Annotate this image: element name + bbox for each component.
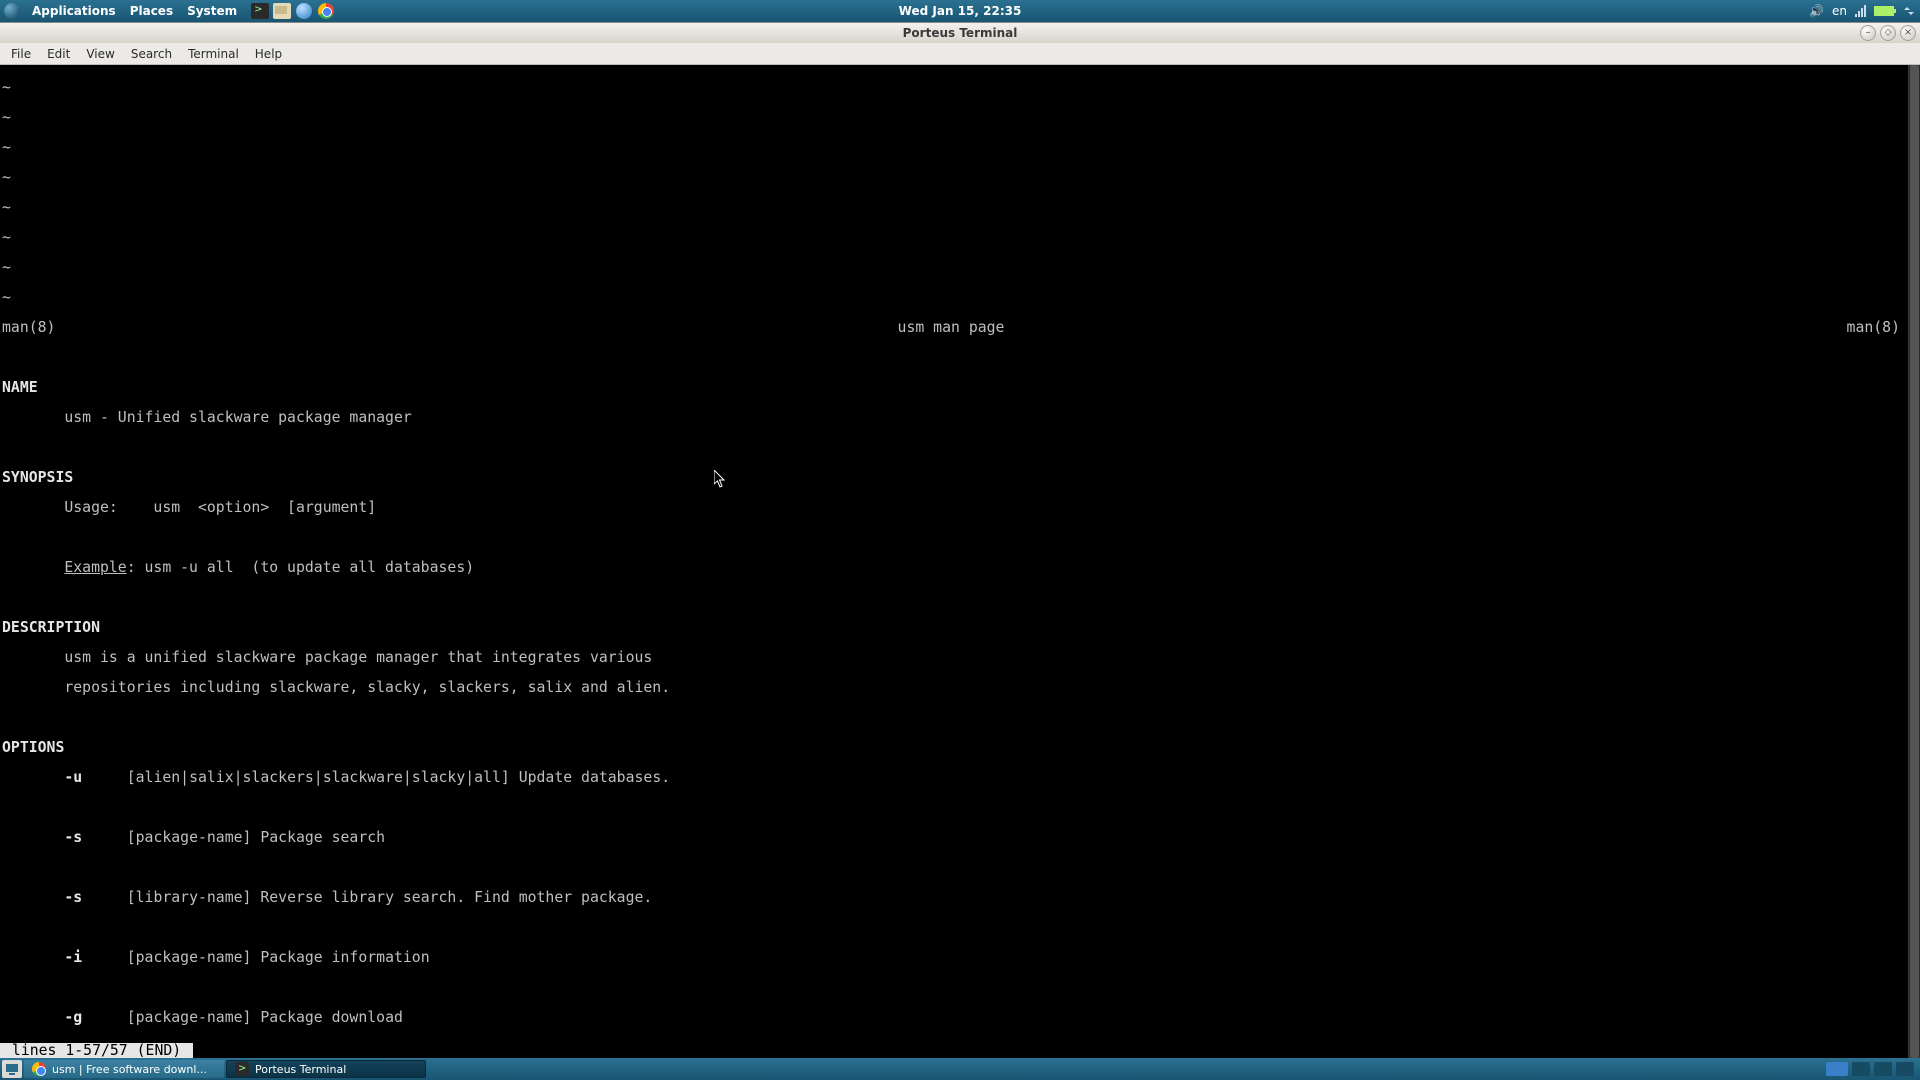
system-menu[interactable]: System bbox=[181, 2, 243, 20]
section-name: NAME bbox=[2, 379, 38, 396]
menu-file[interactable]: File bbox=[4, 45, 38, 63]
menu-view[interactable]: View bbox=[79, 45, 121, 63]
distro-logo-icon[interactable] bbox=[4, 3, 20, 19]
chrome-launcher-icon[interactable] bbox=[318, 3, 334, 19]
section-synopsis: SYNOPSIS bbox=[2, 469, 73, 486]
menu-terminal[interactable]: Terminal bbox=[181, 45, 246, 63]
network-signal-icon[interactable] bbox=[1855, 5, 1866, 17]
workspace-4[interactable] bbox=[1896, 1062, 1914, 1076]
terminal-icon bbox=[235, 1062, 249, 1076]
volume-icon[interactable]: 🔊 bbox=[1809, 4, 1824, 18]
window-minimize-button[interactable]: – bbox=[1860, 25, 1876, 41]
man-header: man(8)usm man pageman(8) bbox=[2, 320, 1918, 335]
name-line: usm - Unified slackware package manager bbox=[2, 410, 1918, 425]
section-description: DESCRIPTION bbox=[2, 619, 100, 636]
option-row: -i [package-name] Package information bbox=[2, 950, 1918, 965]
workspace-3[interactable] bbox=[1874, 1062, 1892, 1076]
network-activity-icon[interactable] bbox=[1902, 4, 1916, 18]
keyboard-layout-indicator[interactable]: en bbox=[1832, 4, 1847, 18]
section-options: OPTIONS bbox=[2, 739, 64, 756]
synopsis-example: Example: usm -u all (to update all datab… bbox=[2, 560, 1918, 575]
menu-help[interactable]: Help bbox=[248, 45, 289, 63]
option-row: -u [alien|salix|slackers|slackware|slack… bbox=[2, 770, 1918, 785]
top-panel: Applications Places System Wed Jan 15, 2… bbox=[0, 0, 1920, 22]
pager-status: lines 1-57/57 (END) bbox=[0, 1043, 193, 1058]
applications-menu[interactable]: Applications bbox=[26, 2, 122, 20]
browser-launcher-icon[interactable] bbox=[296, 3, 312, 19]
clock[interactable]: Wed Jan 15, 22:35 bbox=[899, 4, 1022, 18]
window-close-button[interactable]: × bbox=[1900, 25, 1916, 41]
show-desktop-button[interactable] bbox=[2, 1060, 22, 1078]
taskbar-item-label: usm | Free software downl... bbox=[52, 1063, 207, 1076]
chrome-icon bbox=[32, 1062, 46, 1076]
file-manager-launcher-icon[interactable] bbox=[273, 3, 291, 19]
window-titlebar[interactable]: Porteus Terminal – ⬦ × bbox=[0, 23, 1920, 43]
description-line: repositories including slackware, slacky… bbox=[2, 680, 1918, 695]
menu-search[interactable]: Search bbox=[124, 45, 179, 63]
option-row: -s [package-name] Package search bbox=[2, 830, 1918, 845]
option-row: -g [package-name] Package download bbox=[2, 1010, 1918, 1025]
workspace-2[interactable] bbox=[1852, 1062, 1870, 1076]
scrollbar-thumb[interactable] bbox=[1910, 65, 1919, 1058]
synopsis-usage: Usage: usm <option> [argument] bbox=[2, 500, 1918, 515]
window-title: Porteus Terminal bbox=[903, 26, 1018, 40]
workspace-indicator[interactable] bbox=[1826, 1062, 1848, 1076]
menu-edit[interactable]: Edit bbox=[40, 45, 77, 63]
bottom-taskbar: usm | Free software downl... Porteus Ter… bbox=[0, 1058, 1920, 1080]
places-menu[interactable]: Places bbox=[124, 2, 179, 20]
taskbar-tray bbox=[1826, 1062, 1918, 1076]
description-line: usm is a unified slackware package manag… bbox=[2, 650, 1918, 665]
terminal-window: Porteus Terminal – ⬦ × File Edit View Se… bbox=[0, 22, 1920, 1058]
terminal-viewport[interactable]: ~ ~ ~ ~ ~ ~ ~ ~ man(8)usm man pageman(8)… bbox=[0, 65, 1920, 1058]
window-menubar: File Edit View Search Terminal Help bbox=[0, 43, 1920, 65]
taskbar-item-terminal[interactable]: Porteus Terminal bbox=[226, 1060, 426, 1078]
terminal-launcher-icon[interactable] bbox=[251, 3, 269, 19]
taskbar-item-label: Porteus Terminal bbox=[255, 1063, 346, 1076]
taskbar-item-browser[interactable]: usm | Free software downl... bbox=[24, 1060, 224, 1078]
option-row: -s [library-name] Reverse library search… bbox=[2, 890, 1918, 905]
battery-icon[interactable] bbox=[1874, 6, 1894, 16]
window-maximize-button[interactable]: ⬦ bbox=[1880, 25, 1896, 41]
desktop-icon bbox=[5, 1063, 19, 1075]
terminal-scrollbar[interactable] bbox=[1908, 65, 1920, 1058]
